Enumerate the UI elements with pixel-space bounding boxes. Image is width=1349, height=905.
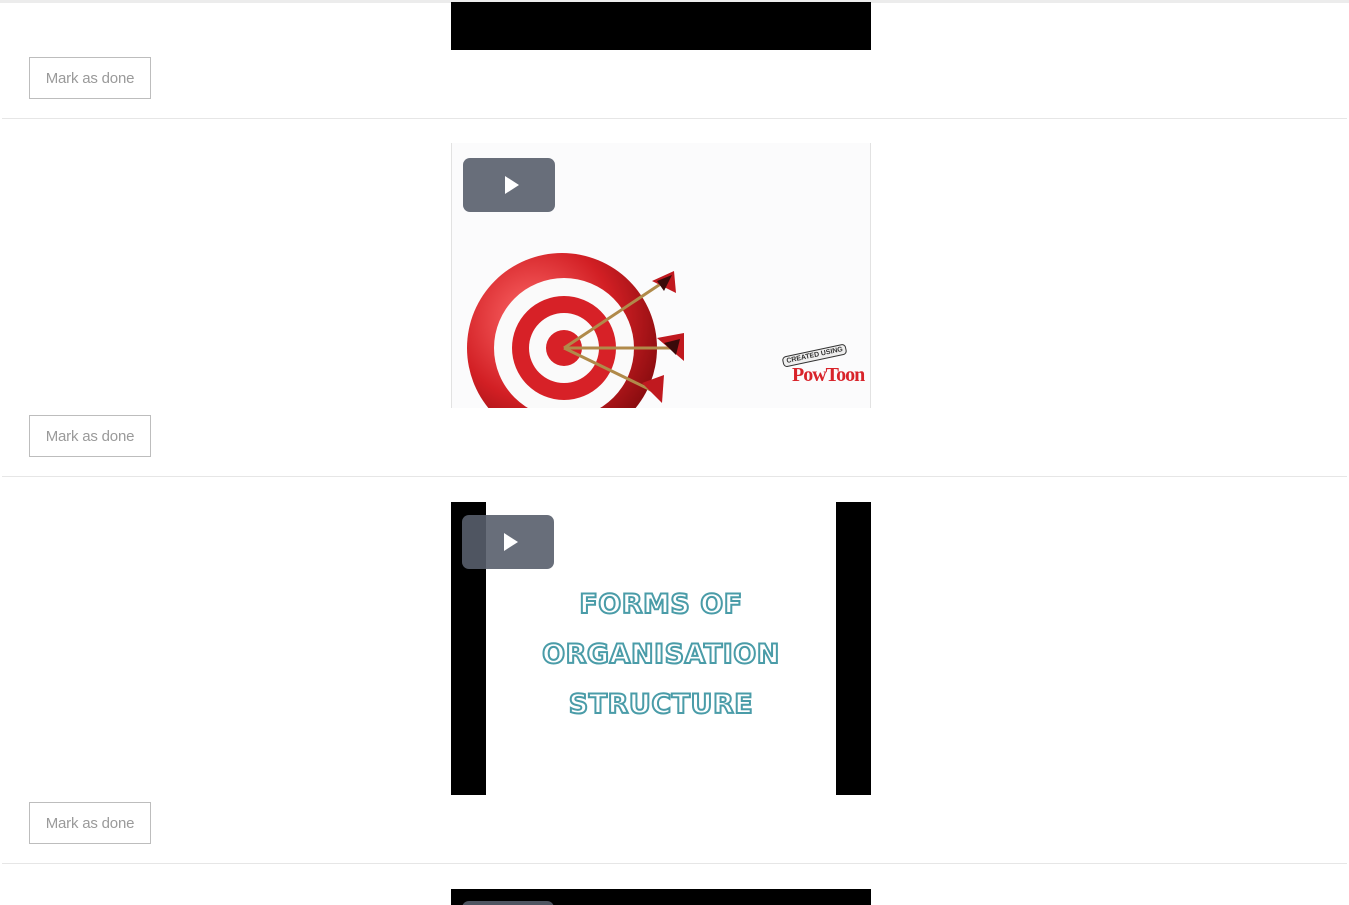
video-player-1[interactable] [451,2,871,50]
play-button-4[interactable] [462,901,554,905]
play-icon [505,176,519,194]
video-title-line-3: STRUCTURE [568,688,754,721]
play-button-3[interactable] [462,515,554,569]
video-title: FORMS OF ORGANISATION STRUCTURE [451,580,871,730]
mark-as-done-button-3[interactable]: Mark as done [29,802,151,844]
section-divider-1 [2,118,1347,119]
video-player-2[interactable]: CREATED USING PowToon [451,143,871,408]
mark-as-done-button-2[interactable]: Mark as done [29,415,151,457]
section-divider-2 [2,476,1347,477]
section-divider-3 [2,863,1347,864]
logo-main-text: PowToon [792,364,865,386]
play-icon [504,533,518,551]
mark-as-done-button-1[interactable]: Mark as done [29,57,151,99]
play-button-2[interactable] [463,158,555,212]
video-player-4[interactable] [451,889,871,905]
powtoon-logo: CREATED USING PowToon [781,343,865,394]
video-title-line-2: ORGANISATION [541,638,780,671]
video-title-line-1: FORMS OF [578,588,743,621]
video-player-3[interactable]: FORMS OF ORGANISATION STRUCTURE [451,502,871,795]
